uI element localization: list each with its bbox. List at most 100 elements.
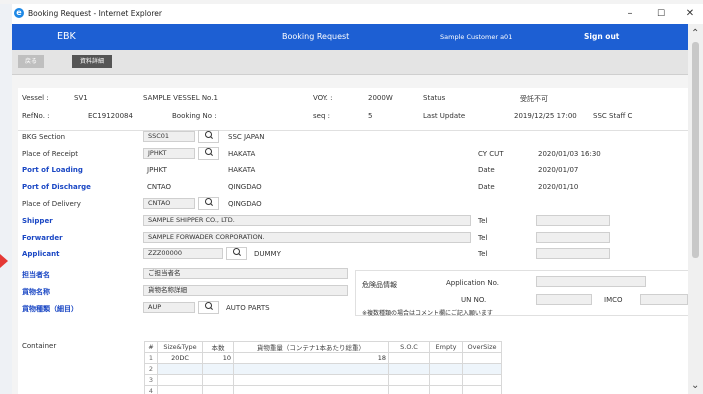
forwarder-tel-input[interactable]	[536, 232, 610, 243]
close-button[interactable]: ✕	[675, 6, 703, 22]
customer-name: Sample Customer a01	[440, 33, 513, 41]
port-of-discharge-name: QINGDAO	[228, 183, 262, 191]
imco-input[interactable]	[640, 294, 688, 305]
bkg-section-name: SSC JAPAN	[228, 133, 265, 141]
bkg-section-label: BKG Section	[22, 133, 66, 141]
soc-cell[interactable]	[388, 385, 430, 394]
scroll-down-icon[interactable]: ⌄	[691, 380, 699, 391]
empty-cell[interactable]	[429, 352, 463, 364]
application-no-label: Application No.	[446, 279, 499, 287]
search-icon	[205, 198, 212, 205]
port-of-discharge-label: Port of Discharge	[22, 183, 91, 191]
search-icon	[233, 248, 240, 255]
applicant-input[interactable]: ZZZ00000	[143, 248, 223, 259]
place-of-receipt-search-button[interactable]	[198, 147, 219, 160]
status-label: Status	[423, 94, 446, 102]
weight-cell[interactable]	[233, 385, 389, 394]
col-empty: Empty	[429, 341, 463, 353]
ref-value: EC19120084	[88, 112, 133, 120]
bkg-section-input[interactable]: SSC01	[143, 131, 195, 142]
col-qty: 本数	[202, 341, 234, 353]
forwarder-tel-label: Tel	[478, 234, 488, 242]
size-type-cell[interactable]	[157, 374, 203, 386]
size-type-cell[interactable]	[157, 385, 203, 394]
ref-label: RefNo. :	[22, 112, 50, 120]
applicant-tel-input[interactable]	[536, 248, 610, 259]
table-row[interactable]: 1 20DC 10 18	[144, 352, 502, 364]
empty-cell[interactable]	[429, 385, 463, 394]
forwarder-input[interactable]: SAMPLE FORWADER CORPORATION.	[143, 232, 471, 243]
place-of-receipt-input[interactable]: JPHKT	[143, 148, 195, 159]
shipper-input[interactable]: SAMPLE SHIPPER CO., LTD.	[143, 215, 471, 226]
person-in-charge-input[interactable]: ご担当者名	[143, 268, 348, 279]
weight-cell[interactable]	[233, 374, 389, 386]
loading-date-value: 2020/01/07	[538, 166, 579, 174]
imco-label: IMCO	[604, 296, 623, 304]
cargo-type-label: 貨物種類（細目）	[22, 305, 78, 313]
qty-cell[interactable]	[202, 363, 234, 375]
oversize-cell[interactable]	[462, 363, 502, 375]
scroll-up-icon[interactable]: ⌃	[691, 28, 699, 39]
qty-cell[interactable]: 10	[202, 352, 234, 364]
bkg-section-search-button[interactable]	[198, 130, 219, 143]
forwarder-label: Forwarder	[22, 234, 63, 242]
vessel-code: SV1	[74, 94, 88, 102]
size-type-cell[interactable]: 20DC	[157, 352, 203, 364]
weight-cell[interactable]	[233, 363, 389, 375]
place-of-delivery-search-button[interactable]	[198, 197, 219, 210]
soc-cell[interactable]	[388, 363, 430, 375]
booking-no-label: Booking No :	[172, 112, 217, 120]
loading-date-label: Date	[478, 166, 495, 174]
search-icon	[205, 302, 212, 309]
app-logo[interactable]: EBK	[57, 31, 76, 42]
applicant-search-button[interactable]	[226, 247, 247, 260]
detail-button[interactable]: 資料詳細	[72, 55, 112, 68]
soc-cell[interactable]	[388, 352, 430, 364]
soc-cell[interactable]	[388, 374, 430, 386]
table-row[interactable]: 3	[144, 374, 502, 386]
seq-value: 5	[368, 112, 373, 120]
col-size-type: Size&Type	[157, 341, 203, 353]
minimize-button[interactable]: –	[615, 6, 645, 22]
place-of-delivery-label: Place of Delivery	[22, 200, 81, 208]
un-no-label: UN NO.	[461, 296, 487, 304]
vessel-name: SAMPLE VESSEL No.1	[143, 94, 218, 102]
action-bar: 戻る 資料詳細	[12, 50, 688, 75]
search-icon	[205, 148, 212, 155]
col-oversize: OverSize	[462, 341, 502, 353]
weight-cell[interactable]: 18	[233, 352, 389, 364]
oversize-cell[interactable]	[462, 352, 502, 364]
background-red-marker	[0, 254, 8, 268]
empty-cell[interactable]	[429, 363, 463, 375]
last-update-label: Last Update	[423, 112, 466, 120]
applicant-tel-label: Tel	[478, 250, 488, 258]
size-type-cell[interactable]	[157, 363, 203, 375]
un-no-input[interactable]	[536, 294, 592, 305]
cargo-type-input[interactable]: AUP	[143, 302, 195, 313]
application-no-input[interactable]	[536, 276, 646, 287]
oversize-cell[interactable]	[462, 385, 502, 394]
qty-cell[interactable]	[202, 374, 234, 386]
table-row[interactable]: 2	[144, 363, 502, 375]
vertical-scrollbar[interactable]: ⌃ ⌄	[688, 24, 703, 394]
shipper-tel-input[interactable]	[536, 215, 610, 226]
qty-cell[interactable]	[202, 385, 234, 394]
window-title: Booking Request - Internet Explorer	[28, 9, 162, 18]
seq-label: seq :	[313, 112, 330, 120]
maximize-button[interactable]: ☐	[646, 6, 676, 22]
browser-window: e Booking Request - Internet Explorer – …	[12, 4, 703, 394]
cargo-type-search-button[interactable]	[198, 301, 219, 314]
table-row[interactable]: 4	[144, 385, 502, 394]
person-in-charge-label: 担当者名	[22, 271, 50, 279]
port-of-loading-name: HAKATA	[228, 166, 256, 174]
oversize-cell[interactable]	[462, 374, 502, 386]
sign-out-link[interactable]: Sign out	[584, 32, 619, 41]
place-of-receipt-name: HAKATA	[228, 150, 256, 158]
voy-value: 2000W	[368, 94, 393, 102]
place-of-delivery-input[interactable]: CNTAO	[143, 198, 195, 209]
scroll-thumb[interactable]	[692, 42, 699, 258]
back-button[interactable]: 戻る	[18, 55, 44, 68]
empty-cell[interactable]	[429, 374, 463, 386]
cargo-name-input[interactable]: 貨物名称詳細	[143, 285, 348, 296]
applicant-name: DUMMY	[254, 250, 281, 258]
